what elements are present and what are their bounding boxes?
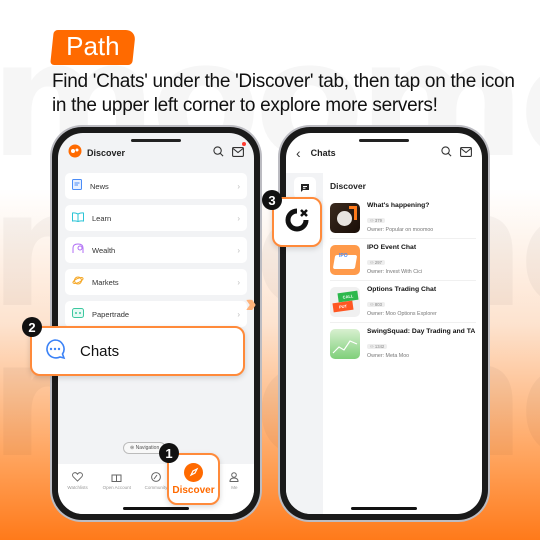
header-title: Discover (87, 148, 126, 158)
chat-thumbnail (330, 328, 360, 359)
home-indicator (351, 507, 417, 510)
tab-watchlists[interactable]: Watchlists (58, 472, 97, 514)
discover-screen: Discover News › Learn › Wealth › Markets › P… (58, 133, 254, 514)
chats-callout[interactable]: Chats (30, 326, 245, 376)
right-phone: ‹ Chats Discover What's happening? ⚇ 379 O… (280, 127, 488, 520)
home-indicator (123, 507, 189, 510)
chat-thumbnail: IPO (330, 244, 360, 275)
gift-icon (111, 474, 122, 482)
news-icon (72, 177, 82, 195)
chat-thumbnail (330, 202, 360, 233)
header-title: Chats (310, 148, 336, 158)
chats-label: Chats (80, 342, 120, 360)
menu-item-news[interactable]: News › (65, 173, 247, 199)
chat-item[interactable]: IPO IPO Event Chat ⚇ 297 Owner: Invest Wit… (330, 239, 476, 281)
discover-panel: Discover What's happening? ⚇ 379 Owner: Po… (330, 173, 482, 364)
speaker (131, 139, 181, 142)
compass-icon (184, 462, 203, 482)
step-badge-1: 1 (159, 443, 179, 463)
member-count: ⚇ 803 (367, 302, 385, 307)
menu-item-papertrade[interactable]: Papertrade › (65, 301, 247, 327)
chevron-right-icon: › (237, 213, 240, 223)
notification-dot (242, 142, 246, 146)
menu-item-wealth[interactable]: Wealth › (65, 237, 247, 263)
discover-label: Discover (172, 484, 215, 496)
menu-item-learn[interactable]: Learn › (65, 205, 247, 231)
chat-server-button[interactable] (293, 177, 316, 199)
heart-icon (72, 472, 84, 482)
search-icon[interactable] (213, 144, 224, 162)
chevron-right-icon: › (237, 309, 240, 319)
section-title: Discover (330, 181, 366, 191)
chat-thumbnail: CALL PUT (330, 286, 360, 317)
chevron-right-icon: › (237, 245, 240, 255)
chat-bubble-icon (44, 338, 66, 365)
mail-icon[interactable] (460, 144, 472, 162)
left-phone: Discover News › Learn › Wealth › Markets › P… (52, 127, 260, 520)
moomoo-logo-icon (68, 144, 82, 163)
member-count: ⚇ 1342 (367, 344, 388, 349)
tab-me[interactable]: Me (215, 472, 254, 514)
chat-item[interactable]: What's happening? ⚇ 379 Owner: Popular on … (330, 197, 476, 239)
step-badge-2: 2 (22, 317, 42, 337)
menu-item-markets[interactable]: Markets › (65, 269, 247, 295)
member-count: ⚇ 379 (367, 218, 385, 223)
chevron-icon: › (245, 288, 255, 318)
chevron-right-icon: › (237, 277, 240, 287)
chat-item[interactable]: CALL PUT Options Trading Chat ⚇ 803 Owner: … (330, 281, 476, 323)
person-icon (229, 472, 239, 482)
step-badge-3: 3 (262, 190, 282, 210)
member-count: ⚇ 297 (367, 260, 385, 265)
wealth-icon (72, 241, 84, 259)
back-icon[interactable]: ‹ (296, 145, 301, 161)
speaker (359, 139, 409, 142)
gamepad-icon (72, 305, 84, 323)
book-icon (72, 209, 84, 227)
chats-screen: ‹ Chats Discover What's happening? ⚇ 379 O… (286, 133, 482, 514)
community-icon (151, 472, 161, 482)
instruction-text: Find 'Chats' under the 'Discover' tab, t… (52, 71, 515, 116)
path-tag: Path (50, 30, 136, 65)
chat-item[interactable]: SwingSquad: Day Trading and TA ⚇ 1342 Owne… (330, 323, 476, 364)
mail-icon[interactable] (232, 142, 246, 162)
search-icon[interactable] (441, 144, 452, 162)
chat-bubble-icon (300, 184, 309, 192)
planet-icon (72, 273, 84, 291)
explore-servers-icon (284, 207, 310, 238)
chevron-right-icon: › (237, 181, 240, 191)
